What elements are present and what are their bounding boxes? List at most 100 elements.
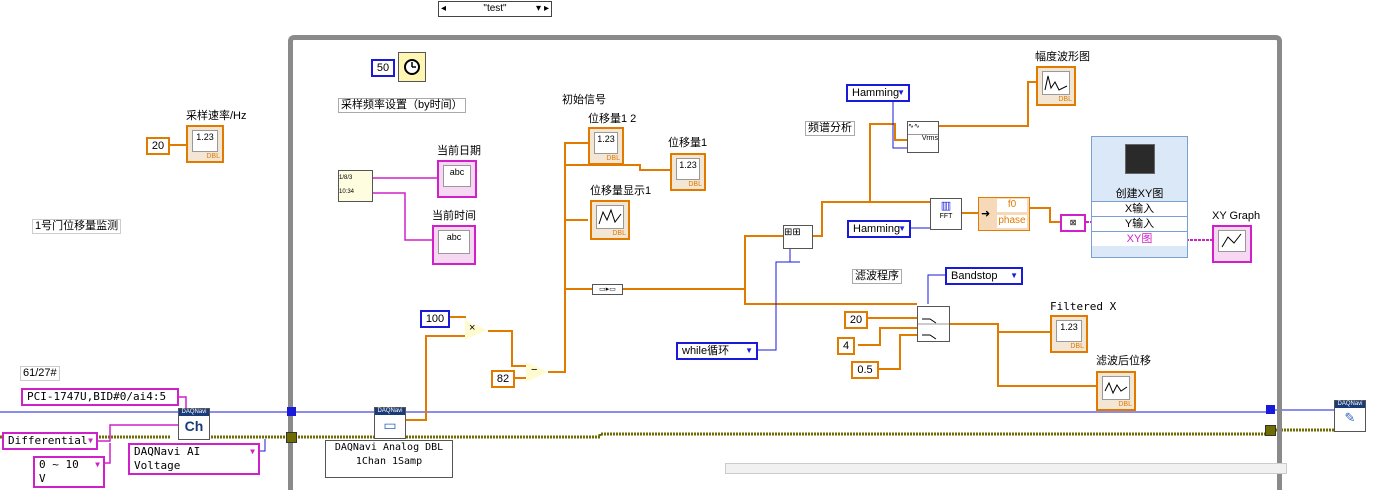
amplitude-waveform-label: 幅度波形图 (1035, 51, 1090, 63)
sample-rate-constant[interactable]: 20 (146, 137, 170, 155)
dbl-tag: DBL (206, 153, 220, 160)
case-selector[interactable]: ◂ "test" ▾ ▸ (438, 1, 552, 17)
daqnavi-clear-banner: DAQNavi (1335, 401, 1365, 408)
case-dropdown-icon[interactable]: ▾ (536, 2, 541, 16)
daqnavi-create-channel-vi[interactable]: DAQNavi Ch (178, 408, 210, 440)
filter-node[interactable] (917, 306, 950, 342)
amplitude-waveform-graph[interactable]: DBL (1036, 66, 1076, 106)
waveform-chart-icon (596, 205, 624, 229)
spectrum-analysis-label: 频谱分析 (805, 121, 855, 136)
build-waveform-icon: ⊞⊞ (784, 227, 801, 238)
displacement-1-label: 位移量1 (668, 137, 708, 149)
dbl-tag-2: DBL (606, 155, 620, 162)
amplitude-graph-icon (1042, 71, 1070, 95)
filter-order-constant[interactable]: 20 (844, 311, 868, 329)
spectrum-icon: ∿∿ (908, 122, 938, 135)
filtered-x-label: Filtered X (1050, 300, 1117, 313)
xy-graph-indicator[interactable] (1212, 225, 1252, 263)
filter-response-icon (918, 318, 949, 340)
displacement-12-indicator[interactable]: 1.23 DBL (588, 127, 624, 165)
fft-icon: ▥ (940, 200, 952, 212)
build-xy-graph-express[interactable]: 创建XY图 X输入 Y输入 XY图 (1091, 136, 1188, 258)
numeric-display: 1.23 (192, 130, 218, 152)
horizontal-scrollbar[interactable] (725, 463, 1287, 474)
x-input-row[interactable]: X输入 (1092, 201, 1187, 216)
sample-freq-setting-label: 采样频率设置（by时间） (338, 98, 466, 113)
current-date-label: 当前日期 (437, 145, 481, 157)
date-string-display: abc (443, 165, 471, 187)
filtered-displacement-graph[interactable]: DBL (1096, 371, 1136, 411)
daqnavi-banner: DAQNavi (179, 409, 209, 416)
read-mode-selector[interactable]: DAQNavi Analog DBL 1Chan 1Samp (325, 440, 453, 478)
filter-type-ring[interactable]: Bandstop (945, 267, 1023, 285)
channel-constant[interactable]: PCI-1747U,BID#0/ai4:5 (21, 388, 179, 406)
filtered-displacement-label: 滤波后位移 (1096, 355, 1151, 367)
y-input-row[interactable]: Y输入 (1092, 216, 1187, 231)
xy-output-row[interactable]: XY图 (1092, 231, 1187, 246)
unbundle-arrow-icon: ➜ (981, 208, 991, 220)
filter-low-constant[interactable]: 4 (837, 337, 855, 355)
wait-ms-icon[interactable] (398, 52, 426, 82)
case-prev-icon[interactable]: ◂ (441, 2, 446, 16)
filter-program-label: 滤波程序 (852, 269, 902, 284)
date-time-function[interactable]: 1/8/3 10:34 (338, 170, 373, 202)
dbl-tag-7: DBL (1118, 401, 1132, 408)
date-time-icon: 1/8/3 10:34 (339, 175, 355, 195)
xy-graph-icon (1125, 144, 1155, 174)
displacement-1-indicator[interactable]: 1.23 DBL (670, 153, 706, 191)
error-tunnel-left (286, 432, 297, 443)
channel-icon: Ch (184, 418, 204, 434)
dbl-tag-6: DBL (1070, 343, 1084, 350)
displacement-12-label: 位移量1 2 (588, 113, 637, 125)
error-tunnel-right (1265, 425, 1276, 436)
to-dynamic-data-node[interactable]: ▭▸▭ (592, 284, 623, 295)
sample-rate-indicator[interactable]: 1.23 DBL (186, 125, 224, 163)
terminal-config-ring[interactable]: Differential (2, 432, 98, 450)
window-ring-2[interactable]: Hamming (847, 220, 911, 238)
filtered-x-display: 1.23 (1056, 320, 1082, 342)
read-mode-line-1: DAQNavi Analog DBL (334, 442, 444, 453)
bundle-xy-node[interactable]: ⊠ (1060, 214, 1086, 232)
displacement-display-1-graph[interactable]: DBL (590, 200, 630, 240)
case-next-icon[interactable]: ▸ (544, 2, 549, 16)
case-selector-label: "test" (483, 3, 507, 14)
time-string-display: abc (438, 230, 470, 254)
dbl-tag-4: DBL (612, 230, 626, 237)
book-icon: ▭ (383, 417, 397, 433)
filtered-x-array[interactable]: 1.23 DBL (1050, 315, 1088, 353)
daqnavi-clear-vi[interactable]: DAQNavi ✎ (1334, 400, 1366, 432)
wait-constant[interactable]: 50 (371, 59, 395, 77)
daqnavi-read-banner: DAQNavi (375, 408, 405, 415)
task-tunnel-left (287, 407, 296, 416)
spectrum-measure-node[interactable]: ∿∿ Vrms (907, 121, 939, 153)
offset-constant[interactable]: 82 (491, 370, 515, 388)
fft-label: FFT (939, 213, 953, 220)
filter-high-constant[interactable]: 0.5 (851, 361, 879, 379)
f0-field: f0 (997, 199, 1027, 212)
window-ring-1[interactable]: Hamming (846, 84, 910, 102)
displacement-1-display: 1.23 (676, 158, 700, 180)
range-ring[interactable]: 0 ~ 10 V (33, 456, 105, 488)
current-time-indicator[interactable]: abc (432, 225, 476, 265)
ai-type-ring[interactable]: DAQNavi AI Voltage (128, 443, 260, 475)
counter-label: 61/27# (20, 366, 60, 381)
multiplier-constant[interactable]: 100 (420, 310, 450, 328)
current-date-indicator[interactable]: abc (437, 160, 477, 198)
dbl-tag-5: DBL (1058, 96, 1072, 103)
dbl-tag-3: DBL (688, 181, 702, 188)
displacement-12-display: 1.23 (594, 132, 618, 154)
xy-graph-label: XY Graph (1212, 210, 1261, 222)
while-loop-constant[interactable]: while循环 (676, 342, 758, 360)
read-mode-line-2: 1Chan 1Samp (355, 456, 423, 467)
sample-rate-label: 采样速率/Hz (186, 110, 247, 122)
displacement-display-1-label: 位移量显示1 (590, 185, 652, 197)
daqnavi-read-vi[interactable]: DAQNavi ▭ (374, 407, 406, 439)
monitor-label: 1号门位移量监测 (32, 219, 122, 234)
current-time-label: 当前时间 (432, 210, 476, 222)
build-xy-label: 创建XY图 (1115, 188, 1164, 200)
fft-node[interactable]: ▥ FFT (930, 198, 962, 230)
filtered-graph-icon (1102, 376, 1130, 400)
build-waveform-node[interactable]: ⊞⊞ (783, 225, 813, 249)
phase-field: phase (997, 215, 1027, 228)
unbundle-node[interactable]: ➜ f0 phase (978, 197, 1030, 231)
